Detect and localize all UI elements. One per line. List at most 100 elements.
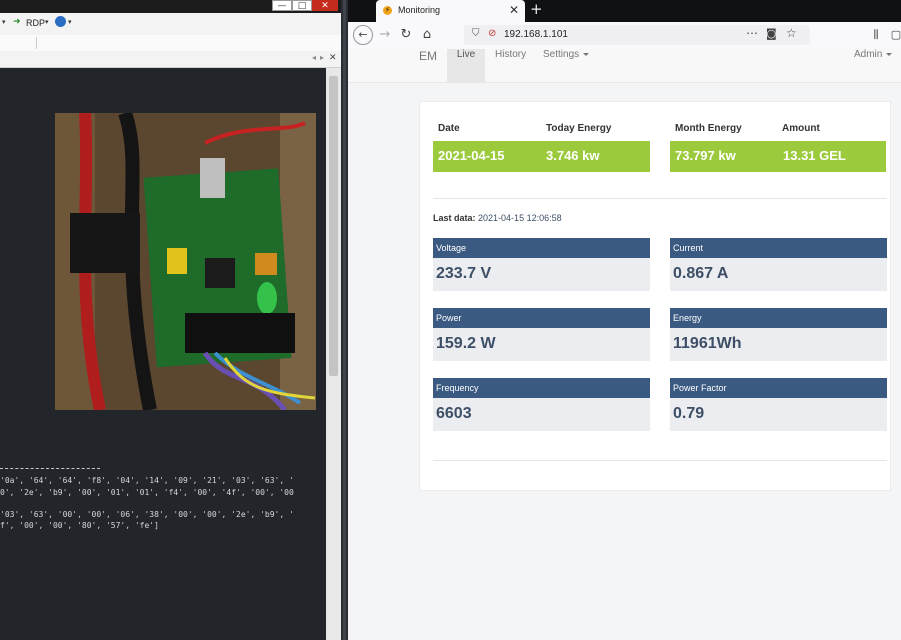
tab-close-icon[interactable]: ✕ <box>509 3 519 17</box>
brand-logo[interactable]: EM <box>419 49 437 82</box>
metric-body: 159.2 W <box>433 328 650 361</box>
metric-body: 6603 <box>433 398 650 431</box>
panel-prev-icon[interactable]: ◂ <box>312 53 316 62</box>
metric-current: Current 0.867 A <box>670 238 887 291</box>
home-icon[interactable]: ⌂ <box>417 25 437 45</box>
minimize-button[interactable]: — <box>272 0 292 11</box>
summary-amount-value: 13.31 GEL <box>783 148 846 163</box>
nav-admin-label: Admin <box>854 49 883 60</box>
photo-image <box>55 113 316 410</box>
tab-title: Monitoring <box>398 5 441 15</box>
metric-voltage: Voltage 233.7 V <box>433 238 650 291</box>
metric-power: Power 159.2 W <box>433 308 650 361</box>
metric-value: 159.2 W <box>436 335 496 352</box>
monthly-summary-band: 73.797 kw 13.31 GEL <box>670 141 886 172</box>
forward-arrow-icon[interactable]: → <box>375 25 395 45</box>
panel-next-icon[interactable]: ▸ <box>320 53 324 62</box>
metric-value: 11961Wh <box>673 335 742 352</box>
browser-toolbar: ← → ↻ ⌂ ⛉ ⊘ 192.168.1.101 ⋯ ◙ ☆ ⫼ ▢ <box>348 22 901 50</box>
lightning-favicon-icon: ⚡ <box>383 6 392 15</box>
nav-settings[interactable]: Settings <box>543 49 590 82</box>
sidebar-icon[interactable]: ▢ <box>886 25 901 45</box>
library-icon[interactable]: ⫼ <box>866 25 886 45</box>
browser-window: ⚡ Monitoring ✕ + ← → ↻ ⌂ ⛉ ⊘ 192.168.1.1… <box>348 0 901 640</box>
left-scrollbar[interactable] <box>326 68 341 640</box>
metric-label: Frequency <box>433 378 650 398</box>
metric-label: Voltage <box>433 238 650 258</box>
metric-label: Power Factor <box>670 378 887 398</box>
arrow-right-icon: ➜ <box>13 17 21 27</box>
summary-header-today-energy: Today Energy <box>546 123 612 134</box>
metric-body: 233.7 V <box>433 258 650 291</box>
panel-close-icon[interactable]: ✕ <box>329 53 337 63</box>
left-panel-header: ◂ ▸ ✕ <box>0 51 341 68</box>
site-navbar: EM Live History Settings Admin <box>348 49 901 83</box>
tab-monitoring[interactable]: ⚡ Monitoring ✕ <box>376 0 525 22</box>
metric-energy: Energy 11961Wh <box>670 308 887 361</box>
metric-value: 6603 <box>436 405 472 422</box>
metric-value: 0.867 A <box>673 265 729 282</box>
summary-header-amount: Amount <box>782 123 820 134</box>
page-actions-icon[interactable]: ⋯ <box>746 26 758 40</box>
url-text[interactable]: 192.168.1.101 <box>504 29 568 40</box>
metric-body: 0.867 A <box>670 258 887 291</box>
last-data-timestamp: 2021-04-15 12:06:58 <box>478 213 562 223</box>
divider <box>433 198 887 199</box>
pocket-icon[interactable]: ◙ <box>766 27 777 40</box>
code-line: 0', '2e', 'b9', '00', '01', '01', 'f4', … <box>0 488 294 497</box>
window-divider[interactable] <box>341 0 348 640</box>
new-tab-button[interactable]: + <box>530 0 543 18</box>
metric-power-factor: Power Factor 0.79 <box>670 378 887 431</box>
scrollbar-thumb[interactable] <box>329 76 338 376</box>
metric-value: 233.7 V <box>436 265 492 282</box>
divider <box>433 460 887 461</box>
nav-admin[interactable]: Admin <box>854 49 893 82</box>
raspberry-pi-photo <box>55 113 316 410</box>
left-window: — □ ✕ ▾ ➜ RDP ▾ ▾ ◂ ▸ ✕ '0a', '64', '64'… <box>0 0 341 640</box>
back-arrow-icon[interactable]: ← <box>353 25 373 45</box>
chevron-down-icon <box>583 52 590 56</box>
shield-icon[interactable]: ⛉ <box>472 28 480 39</box>
nav-history[interactable]: History <box>495 49 526 82</box>
code-line: '0a', '64', '64', 'f8', '04', '14', '09'… <box>0 476 294 485</box>
summary-today-energy-value: 3.746 kw <box>546 148 600 163</box>
nav-settings-label: Settings <box>543 49 580 60</box>
metric-label: Power <box>433 308 650 328</box>
reload-icon[interactable]: ↻ <box>396 25 416 45</box>
metric-body: 0.79 <box>670 398 887 431</box>
code-line: f', '00', '00', '80', '57', 'fe'] <box>0 521 159 530</box>
daily-summary-band: 2021-04-15 3.746 kw <box>433 141 650 172</box>
left-titlebar: — □ ✕ <box>0 0 341 13</box>
metric-frequency: Frequency 6603 <box>433 378 650 431</box>
globe-dropdown-icon[interactable]: ▾ <box>68 18 72 26</box>
bookmark-star-icon[interactable]: ☆ <box>786 26 797 40</box>
nav-live[interactable]: Live <box>447 49 485 82</box>
left-toolbar-secondary <box>0 35 341 52</box>
last-data-line: Last data: 2021-04-15 12:06:58 <box>433 213 562 223</box>
metric-body: 11961Wh <box>670 328 887 361</box>
rdp-button[interactable]: RDP <box>26 18 45 28</box>
rdp-dropdown-icon[interactable]: ▾ <box>45 18 49 26</box>
close-window-button[interactable]: ✕ <box>312 0 338 11</box>
summary-month-energy-value: 73.797 kw <box>675 148 736 163</box>
divider-grip[interactable] <box>343 0 346 640</box>
left-toolbar: ▾ ➜ RDP ▾ ▾ <box>0 13 341 36</box>
monitoring-card: Date Today Energy Month Energy Amount 20… <box>419 101 891 491</box>
maximize-button[interactable]: □ <box>292 0 312 11</box>
separator-line <box>0 468 100 469</box>
summary-date-value: 2021-04-15 <box>438 148 505 163</box>
tab-bar: ⚡ Monitoring ✕ + <box>348 0 901 22</box>
code-line: '03', '63', '00', '00', '06', '38', '00'… <box>0 510 294 519</box>
summary-header-month-energy: Month Energy <box>675 123 742 134</box>
address-bar[interactable]: ⛉ ⊘ 192.168.1.101 ⋯ ◙ ☆ <box>464 25 810 45</box>
insecure-lock-icon[interactable]: ⊘ <box>488 28 496 39</box>
chevron-down-icon <box>886 52 893 56</box>
metric-label: Energy <box>670 308 887 328</box>
dropdown-arrow-icon[interactable]: ▾ <box>2 18 6 26</box>
metric-label: Current <box>670 238 887 258</box>
metric-value: 0.79 <box>673 405 705 422</box>
globe-icon[interactable] <box>55 16 66 27</box>
summary-header-date: Date <box>438 123 460 134</box>
toolbar-divider <box>36 37 37 49</box>
last-data-label: Last data: <box>433 213 476 223</box>
